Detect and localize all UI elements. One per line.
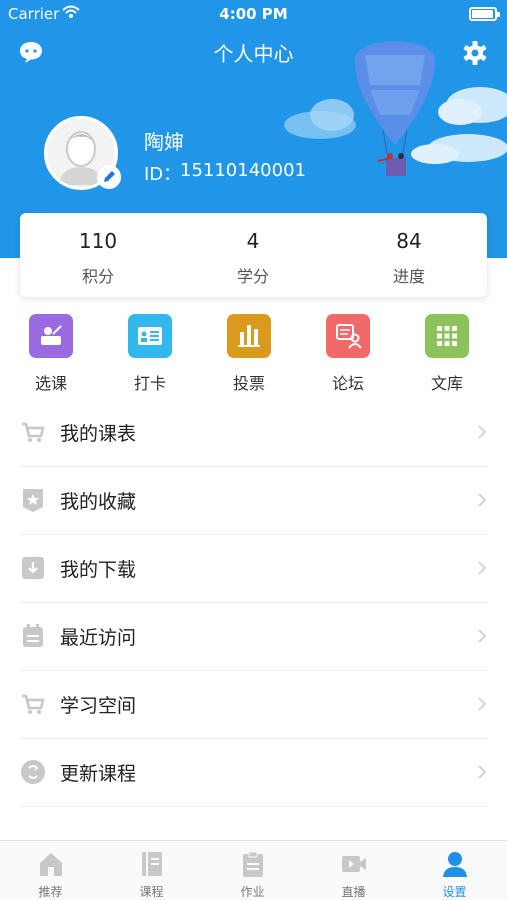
menu-item-label: 学习空间 <box>60 695 137 717</box>
quick-action-select-course[interactable]: 选课 <box>9 314 89 398</box>
stat-progress[interactable]: 84 进度 <box>331 213 487 297</box>
menu-item-label: 更新课程 <box>60 763 137 785</box>
stat-value: 4 <box>246 229 260 253</box>
vote-icon <box>227 314 271 358</box>
menu-item-study-space[interactable]: 学习空间 <box>20 671 487 739</box>
chevron-right-icon <box>478 561 487 575</box>
tab-courses[interactable]: 课程 <box>101 841 202 900</box>
cart-icon <box>22 694 45 714</box>
menu-item-update-courses[interactable]: 更新课程 <box>20 739 487 807</box>
quick-action-vote[interactable]: 投票 <box>207 314 287 398</box>
menu-item-label: 我的课表 <box>60 423 137 445</box>
user-id-label: ID： <box>144 164 182 185</box>
tab-recommend[interactable]: 推荐 <box>0 841 101 900</box>
user-id: 15110140001 <box>180 160 306 181</box>
checkin-icon <box>128 314 172 358</box>
person-icon <box>443 852 467 877</box>
menu-item-my-favorites[interactable]: 我的收藏 <box>20 467 487 535</box>
star-badge-icon <box>23 489 43 512</box>
user-name: 陶婶 <box>144 130 184 154</box>
quick-action-label: 选课 <box>34 374 67 393</box>
refresh-icon <box>21 760 45 784</box>
tab-homework[interactable]: 作业 <box>202 841 303 900</box>
tab-settings[interactable]: 设置 <box>404 841 505 900</box>
stat-points[interactable]: 110 积分 <box>20 213 176 297</box>
chevron-right-icon <box>478 765 487 779</box>
quick-action-checkin[interactable]: 打卡 <box>108 314 188 398</box>
quick-action-label: 文库 <box>430 374 463 393</box>
library-icon <box>425 314 469 358</box>
stat-label: 积分 <box>81 267 114 286</box>
divider <box>20 806 487 807</box>
menu-item-label: 我的收藏 <box>60 491 137 513</box>
status-bar: Carrier 4:00 PM <box>0 0 507 28</box>
edit-pencil-icon[interactable] <box>97 165 121 189</box>
menu-item-recent-visits[interactable]: 最近访问 <box>20 603 487 671</box>
tab-label: 推荐 <box>38 885 63 899</box>
clock: 4:00 PM <box>219 5 288 23</box>
stat-label: 学分 <box>236 267 269 286</box>
calendar-icon <box>23 624 43 647</box>
download-icon <box>22 557 44 579</box>
select-course-icon <box>29 314 73 358</box>
tab-label: 直播 <box>341 885 366 899</box>
stat-value: 84 <box>396 229 422 253</box>
chevron-right-icon <box>478 425 487 439</box>
stat-label: 进度 <box>392 267 425 286</box>
chevron-right-icon <box>478 493 487 507</box>
tab-live[interactable]: 直播 <box>303 841 404 900</box>
menu-item-label: 最近访问 <box>60 627 137 649</box>
quick-action-label: 论坛 <box>331 374 364 393</box>
stat-value: 110 <box>78 229 118 253</box>
quick-action-library[interactable]: 文库 <box>405 314 485 398</box>
quick-action-forum[interactable]: 论坛 <box>306 314 386 398</box>
menu-item-my-downloads[interactable]: 我的下载 <box>20 535 487 603</box>
forum-icon <box>326 314 370 358</box>
menu-item-my-schedule[interactable]: 我的课表 <box>20 399 487 467</box>
chevron-right-icon <box>478 629 487 643</box>
home-icon <box>40 853 62 876</box>
chevron-right-icon <box>478 697 487 711</box>
tab-label: 课程 <box>139 885 164 899</box>
stats-card: 110 积分 4 学分 84 进度 <box>20 213 487 297</box>
battery-icon <box>469 7 500 21</box>
tab-label: 设置 <box>442 885 467 899</box>
tab-label: 作业 <box>240 885 265 899</box>
video-camera-icon <box>342 856 366 872</box>
book-icon <box>142 852 162 876</box>
clipboard-icon <box>243 851 263 877</box>
quick-action-label: 打卡 <box>133 374 166 393</box>
tab-bar: 推荐 课程 作业 直播 设置 <box>0 840 507 900</box>
menu-item-label: 我的下载 <box>60 559 137 581</box>
cart-icon <box>22 422 45 442</box>
stat-credits[interactable]: 4 学分 <box>175 213 331 297</box>
quick-action-label: 投票 <box>232 374 265 393</box>
